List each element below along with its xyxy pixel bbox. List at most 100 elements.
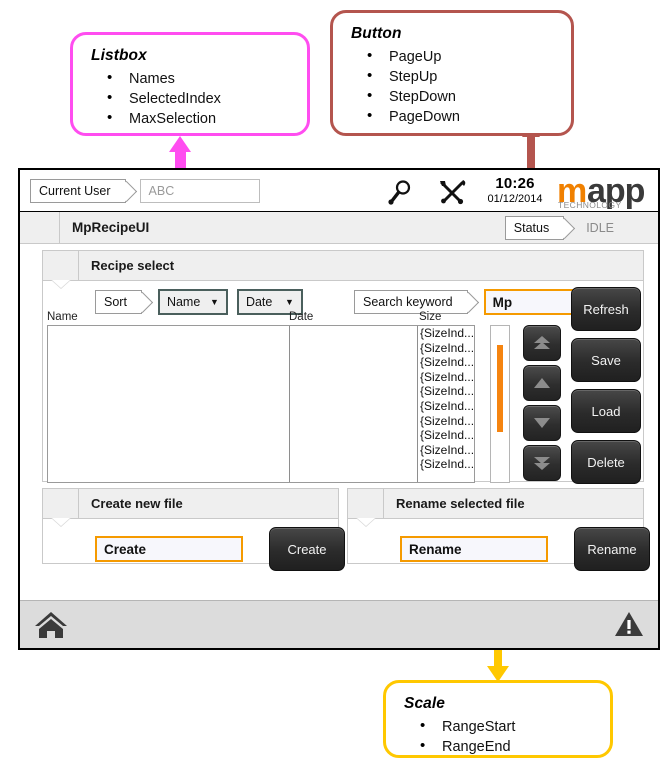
listbox-cell-size[interactable]: {SizeInd... [418, 399, 474, 414]
mapp-logo: m app TECHNOLOGY [556, 172, 656, 210]
status-field: Status IDLE [504, 212, 658, 243]
column-header-name: Name [47, 311, 78, 323]
listbox-cell-date[interactable] [290, 443, 417, 458]
search-icon[interactable] [386, 178, 416, 206]
listbox-cell-size[interactable]: {SizeInd... [418, 428, 474, 443]
hmi-panel: Current User ABC 10:26 01/12/2014 m app … [18, 168, 660, 650]
listbox-cell-size[interactable]: {SizeInd... [418, 355, 474, 370]
listbox-cell-date[interactable] [290, 457, 417, 472]
listbox-cell-name[interactable] [48, 370, 289, 385]
status-bar [20, 600, 658, 648]
callout-button: Button PageUp StepUp StepDown PageDown [330, 10, 574, 136]
sort-field-dropdown[interactable]: Name ▼ [157, 289, 228, 315]
warning-triangle-icon[interactable] [614, 609, 644, 639]
step-up-button[interactable] [523, 365, 561, 401]
screenshot-root: Listbox Names SelectedIndex MaxSelection… [0, 0, 666, 768]
listbox-cell-size[interactable]: {SizeInd... [418, 370, 474, 385]
listbox-cell-date[interactable] [290, 384, 417, 399]
listbox-cell-date[interactable] [290, 399, 417, 414]
page-up-button[interactable] [523, 325, 561, 361]
create-filename-input[interactable]: Create [95, 536, 243, 562]
listbox-cell-date[interactable] [290, 341, 417, 356]
double-chevron-up-icon [534, 336, 550, 349]
group-create-header: Create new file [43, 489, 338, 519]
listbox-cell-name[interactable] [48, 443, 289, 458]
tools-icon[interactable] [436, 178, 468, 206]
callout-scale: Scale RangeStart RangeEnd [383, 680, 613, 758]
callout-button-item: PageDown [367, 106, 557, 127]
listbox-cell-date[interactable] [290, 428, 417, 443]
load-button[interactable]: Load [571, 389, 641, 433]
listbox-cell-size[interactable]: {SizeInd... [418, 443, 474, 458]
listbox-cell-name[interactable] [48, 457, 289, 472]
group-rename-selected-file: Rename selected file Rename Rename [347, 488, 650, 571]
rename-button[interactable]: Rename [574, 527, 650, 571]
group-create-notch [43, 489, 79, 518]
page-down-button[interactable] [523, 445, 561, 481]
scroll-scale[interactable] [490, 325, 510, 483]
listbox-cell-size[interactable]: {SizeInd... [418, 457, 474, 472]
callout-listbox: Listbox Names SelectedIndex MaxSelection [70, 32, 310, 136]
listbox-cell-name[interactable] [48, 341, 289, 356]
sort-order-value: Date [245, 295, 273, 309]
callout-scale-title: Scale [404, 695, 446, 712]
callout-button-title: Button [351, 25, 402, 42]
sort-controls: Sort Name ▼ Date ▼ [95, 289, 303, 315]
listbox-cell-date[interactable] [290, 355, 417, 370]
listbox-cell-date[interactable] [290, 370, 417, 385]
rename-controls: Rename Rename [400, 527, 650, 571]
callout-scale-item: RangeEnd [420, 736, 596, 757]
recipe-action-buttons: Refresh Save Load Delete [571, 287, 643, 484]
listbox-cell-date[interactable] [290, 326, 417, 341]
current-user-label: Current User [30, 179, 126, 203]
listbox-cell-size[interactable]: {SizeInd... [418, 341, 474, 356]
home-icon[interactable] [34, 609, 68, 641]
refresh-button[interactable]: Refresh [571, 287, 641, 331]
group-create-tab-arrow [51, 518, 71, 527]
listbox-cell-date[interactable] [290, 414, 417, 429]
group-rename-tab-arrow [356, 518, 376, 527]
title-notch [20, 212, 60, 243]
current-user-value: ABC [139, 179, 260, 203]
clock-date: 01/12/2014 [487, 193, 543, 205]
page-title: MpRecipeUI [72, 220, 150, 235]
callout-listbox-item: SelectedIndex [107, 88, 293, 109]
search-keyword-label: Search keyword [354, 290, 468, 314]
create-button[interactable]: Create [269, 527, 345, 571]
panel-header: Current User ABC 10:26 01/12/2014 m app … [20, 170, 658, 212]
step-down-button[interactable] [523, 405, 561, 441]
status-label: Status [504, 215, 565, 240]
current-user-field: Current User ABC [30, 179, 260, 203]
callout-scale-list: RangeStart RangeEnd [402, 716, 596, 757]
create-controls: Create Create [95, 527, 345, 571]
listbox-cell-name[interactable] [48, 355, 289, 370]
listbox-cell-size[interactable]: {SizeInd... [418, 414, 474, 429]
group-rename-header: Rename selected file [348, 489, 643, 519]
callout-button-item: StepUp [367, 66, 557, 87]
listbox-cell-name[interactable] [48, 414, 289, 429]
listbox-cell-name[interactable] [48, 326, 289, 341]
clock-time: 10:26 [495, 175, 535, 192]
group-create-heading: Create new file [91, 496, 183, 511]
chevron-down-icon: ▼ [285, 296, 294, 307]
chevron-up-icon [534, 378, 550, 388]
listbox-cell-size[interactable]: {SizeInd... [418, 384, 474, 399]
delete-button[interactable]: Delete [571, 440, 641, 484]
listbox-cell-name[interactable] [48, 399, 289, 414]
callout-button-item: StepDown [367, 86, 557, 107]
listbox-cell-name[interactable] [48, 428, 289, 443]
rename-filename-input[interactable]: Rename [400, 536, 548, 562]
double-chevron-down-icon [534, 457, 550, 470]
group-recipe-select: Recipe select Sort Name ▼ Date ▼ Search … [42, 250, 644, 484]
recipe-listbox[interactable]: {SizeInd... {SizeInd... {SizeInd... {SizeIn… [47, 325, 475, 483]
sort-field-value: Name [166, 295, 201, 309]
chevron-down-icon: ▼ [210, 296, 219, 307]
group-recipe-tab-arrow [51, 280, 71, 289]
group-rename-notch [348, 489, 384, 518]
group-recipe-header: Recipe select [43, 251, 643, 281]
panel-content: Recipe select Sort Name ▼ Date ▼ Search … [20, 244, 658, 618]
listbox-cell-size[interactable]: {SizeInd... [418, 326, 474, 341]
callout-listbox-title: Listbox [91, 47, 147, 64]
listbox-cell-name[interactable] [48, 384, 289, 399]
save-button[interactable]: Save [571, 338, 641, 382]
